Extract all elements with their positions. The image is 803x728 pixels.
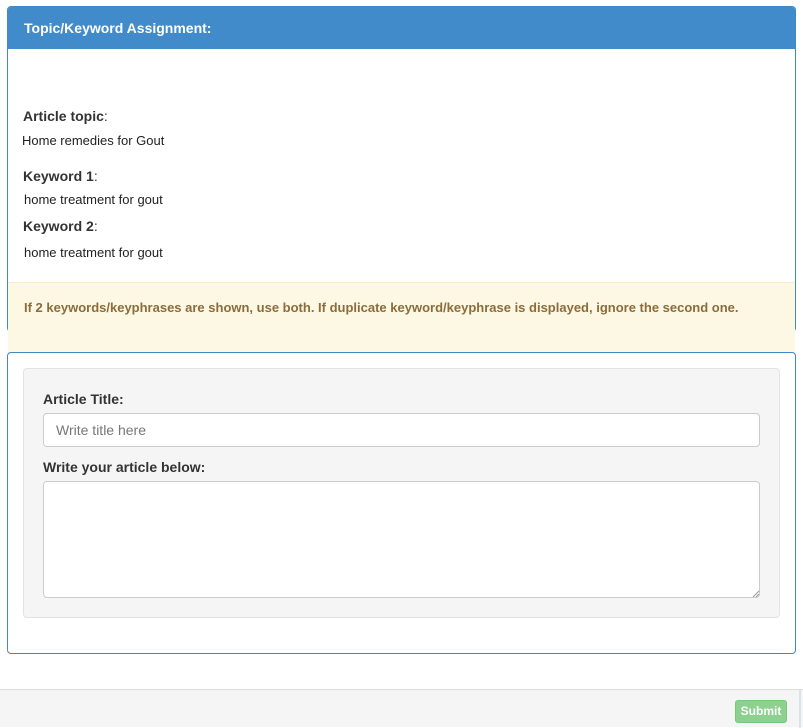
footer-bar: Submit	[0, 689, 803, 728]
keyword-1-value: home treatment for gout	[24, 192, 163, 207]
keyword-1-label: Keyword 1:	[23, 168, 98, 184]
assignment-panel: Topic/Keyword Assignment: Article topic:…	[7, 6, 796, 353]
article-body-textarea[interactable]	[43, 481, 760, 598]
article-topic-value: Home remedies for Gout	[22, 133, 165, 148]
article-topic-label: Article topic:	[23, 108, 108, 124]
assignment-panel-heading: Topic/Keyword Assignment:	[8, 7, 795, 49]
footer-divider	[799, 690, 801, 728]
article-title-label: Article Title:	[43, 391, 124, 407]
keyword-2-label: Keyword 2:	[23, 218, 98, 234]
article-form-well: Article Title: Write your article below:	[23, 368, 780, 618]
keyword-2-value: home treatment for gout	[24, 245, 163, 260]
article-title-input[interactable]	[43, 413, 760, 447]
article-panel: Article Title: Write your article below:	[7, 352, 796, 654]
duplicate-keyword-notice: If 2 keywords/keyphrases are shown, use …	[8, 282, 795, 353]
article-body-label: Write your article below:	[43, 459, 206, 475]
submit-button[interactable]: Submit	[735, 700, 787, 723]
